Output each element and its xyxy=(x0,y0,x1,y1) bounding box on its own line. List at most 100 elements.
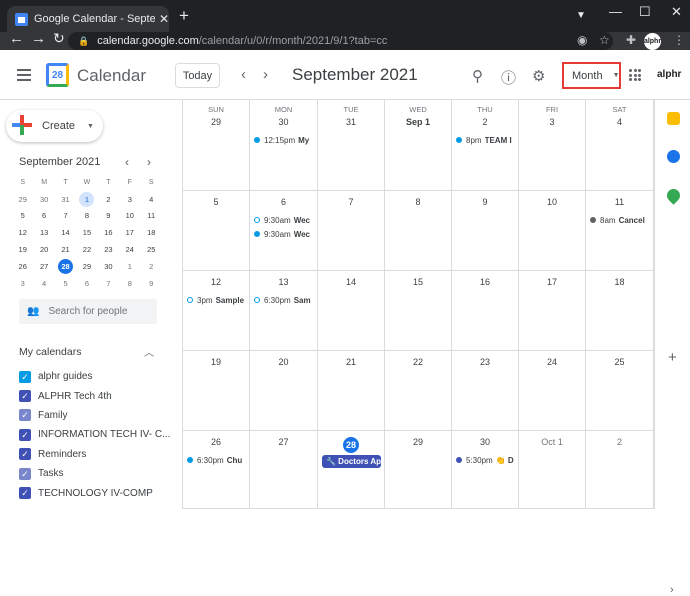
eye-icon[interactable]: ◉ xyxy=(577,33,587,47)
day-cell[interactable]: SAT 4 xyxy=(586,100,654,190)
calendar-item[interactable]: ✓ INFORMATION TECH IV- C... xyxy=(19,425,181,444)
checkbox-icon[interactable]: ✓ xyxy=(19,428,31,441)
day-number[interactable]: 24 xyxy=(519,357,585,372)
my-calendars-header[interactable]: My calendars xyxy=(19,346,81,358)
day-cell[interactable]: 28 🔧 Doctors App xyxy=(318,431,385,508)
day-cell[interactable]: 12 3pm Sample xyxy=(183,271,250,350)
day-number[interactable]: Sep 1 xyxy=(385,117,451,132)
day-number[interactable]: 30 xyxy=(250,117,317,132)
mini-day[interactable]: 15 xyxy=(76,225,97,240)
day-number[interactable]: 26 xyxy=(183,437,249,452)
day-cell[interactable]: 15 xyxy=(385,271,452,350)
calendar-item[interactable]: ✓ ALPHR Tech 4th xyxy=(19,386,181,405)
mini-day[interactable]: 9 xyxy=(141,276,162,291)
mini-day[interactable]: 3 xyxy=(12,276,33,291)
day-cell[interactable]: 9 xyxy=(452,191,519,270)
event-chip[interactable]: 12:15pm My xyxy=(254,134,314,146)
day-cell[interactable]: 18 xyxy=(586,271,654,350)
day-number[interactable]: 10 xyxy=(519,197,585,212)
mini-day[interactable]: 23 xyxy=(98,242,119,257)
day-number[interactable]: 22 xyxy=(385,357,451,372)
help-icon[interactable]: ⓘ xyxy=(501,67,516,88)
mini-day[interactable]: 24 xyxy=(119,242,140,257)
event-chip[interactable]: 3pm Sample xyxy=(187,294,246,306)
settings-gear-icon[interactable]: ⚙ xyxy=(532,67,545,85)
event-chip[interactable]: 6:30pm Sam xyxy=(254,294,314,306)
day-cell[interactable]: 17 xyxy=(519,271,586,350)
day-cell[interactable]: THU 2 8pm TEAM I xyxy=(452,100,519,190)
day-cell[interactable]: 20 xyxy=(250,351,318,430)
day-cell[interactable]: 29 xyxy=(385,431,452,508)
day-cell[interactable]: 10 xyxy=(519,191,586,270)
mini-day[interactable]: 7 xyxy=(55,208,76,223)
day-cell[interactable]: 24 xyxy=(519,351,586,430)
tasks-icon[interactable] xyxy=(667,150,680,163)
day-cell[interactable]: MON 30 12:15pm My xyxy=(250,100,318,190)
checkbox-icon[interactable]: ✓ xyxy=(19,390,31,403)
event-chip[interactable]: 🔧 Doctors App xyxy=(322,455,381,468)
day-cell[interactable]: 25 xyxy=(586,351,654,430)
day-number[interactable]: 25 xyxy=(586,357,653,372)
back-arrow-icon[interactable]: ← xyxy=(9,30,24,47)
mini-day[interactable]: 12 xyxy=(12,225,33,240)
reload-icon[interactable]: ↻ xyxy=(53,30,65,47)
tab-search-icon[interactable]: ▼ xyxy=(576,10,586,21)
day-number[interactable]: 29 xyxy=(183,117,249,132)
search-icon[interactable]: ⚲ xyxy=(472,67,483,85)
day-number[interactable]: 7 xyxy=(318,197,384,212)
mini-day[interactable]: 14 xyxy=(55,225,76,240)
account-brand-logo[interactable]: alphr xyxy=(657,69,681,80)
mini-prev-button[interactable]: ‹ xyxy=(125,155,129,169)
mini-day[interactable]: 6 xyxy=(33,208,54,223)
day-number[interactable]: 4 xyxy=(586,117,653,132)
day-cell[interactable]: 5 xyxy=(183,191,250,270)
mini-day[interactable]: 9 xyxy=(98,208,119,223)
day-cell[interactable]: 26 6:30pm Chu xyxy=(183,431,250,508)
profile-avatar[interactable]: alphr xyxy=(644,33,661,50)
search-people-input[interactable]: 👥 Search for people xyxy=(19,299,157,324)
add-addon-icon[interactable]: + xyxy=(668,349,677,366)
event-chip[interactable]: 8am Cancel xyxy=(590,214,650,226)
extensions-puzzle-icon[interactable]: ✚ xyxy=(626,33,636,47)
mini-day[interactable]: 5 xyxy=(55,276,76,291)
day-number[interactable]: Oct 1 xyxy=(519,437,585,452)
maps-icon[interactable] xyxy=(664,186,683,205)
event-chip[interactable]: 5:30pm 👏 D xyxy=(456,454,515,466)
browser-menu-icon[interactable]: ⋮ xyxy=(673,33,685,47)
day-cell[interactable]: 21 xyxy=(318,351,385,430)
mini-day[interactable]: 30 xyxy=(98,259,119,274)
next-month-button[interactable]: › xyxy=(263,66,268,83)
day-number[interactable]: 13 xyxy=(250,277,317,292)
day-number[interactable]: 2 xyxy=(452,117,518,132)
event-chip[interactable]: 9:30am Wec xyxy=(254,214,314,226)
day-number[interactable]: 20 xyxy=(250,357,317,372)
day-number[interactable]: 6 xyxy=(250,197,317,212)
mini-day[interactable]: 27 xyxy=(33,259,54,274)
forward-arrow-icon[interactable]: → xyxy=(31,30,46,47)
day-number[interactable]: 17 xyxy=(519,277,585,292)
checkbox-icon[interactable]: ✓ xyxy=(19,467,31,480)
day-number[interactable]: 30 xyxy=(452,437,518,452)
day-number[interactable]: 23 xyxy=(452,357,518,372)
day-cell[interactable]: 7 xyxy=(318,191,385,270)
google-apps-icon[interactable] xyxy=(629,69,641,81)
mini-day[interactable]: 20 xyxy=(33,242,54,257)
browser-tab[interactable]: Google Calendar - September 20 ✕ xyxy=(7,6,169,32)
checkbox-icon[interactable]: ✓ xyxy=(19,409,31,422)
day-number[interactable]: 28 xyxy=(318,437,384,453)
day-cell[interactable]: 27 xyxy=(250,431,318,508)
day-cell[interactable]: Oct 1 xyxy=(519,431,586,508)
day-cell[interactable]: 22 xyxy=(385,351,452,430)
day-number[interactable]: 3 xyxy=(519,117,585,132)
mini-day[interactable]: 7 xyxy=(98,276,119,291)
minimize-button[interactable]: — xyxy=(609,4,622,19)
day-cell[interactable]: 23 xyxy=(452,351,519,430)
calendar-item[interactable]: ✓ Family xyxy=(19,406,181,425)
calendar-item[interactable]: ✓ TECHNOLOGY IV-COMP xyxy=(19,483,181,502)
day-cell[interactable]: 30 5:30pm 👏 D xyxy=(452,431,519,508)
mini-next-button[interactable]: › xyxy=(147,155,151,169)
checkbox-icon[interactable]: ✓ xyxy=(19,448,31,461)
event-chip[interactable]: 6:30pm Chu xyxy=(187,454,246,466)
day-cell[interactable]: 16 xyxy=(452,271,519,350)
day-number[interactable]: 15 xyxy=(385,277,451,292)
